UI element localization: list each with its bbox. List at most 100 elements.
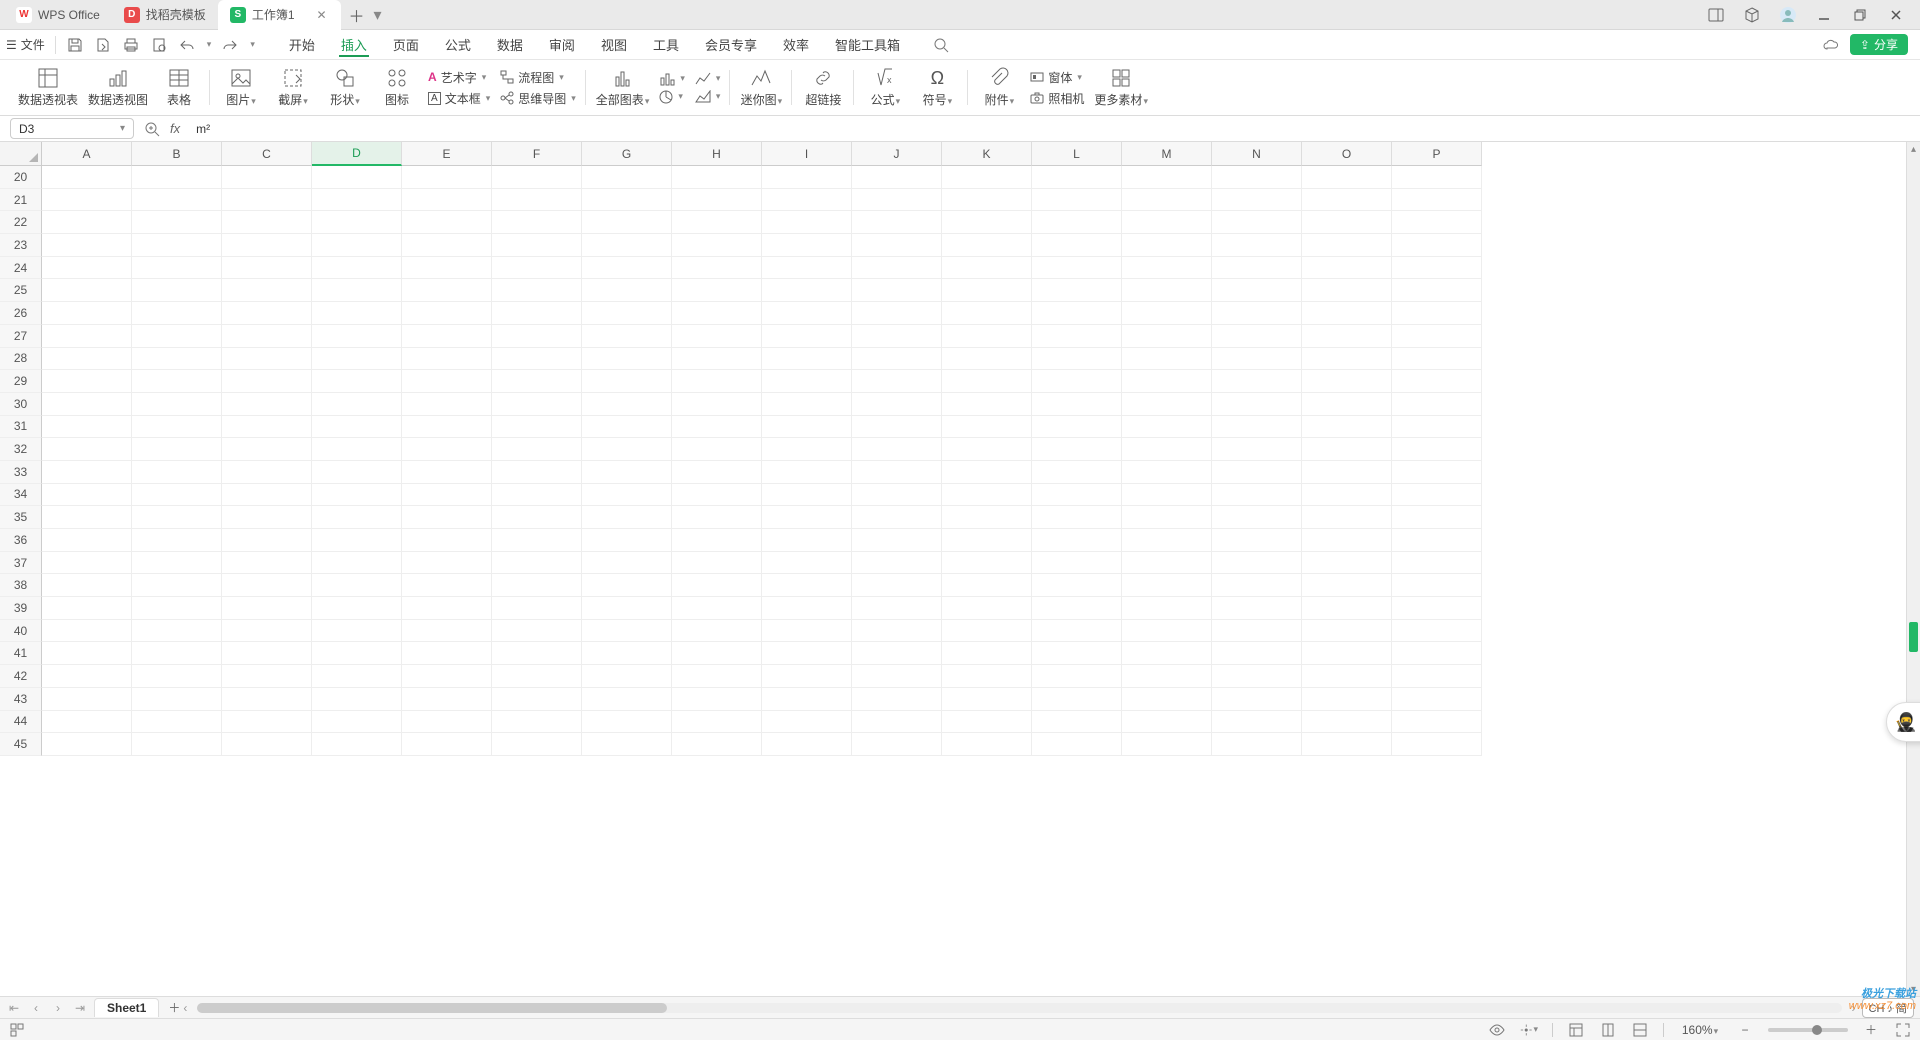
pivot-chart-button[interactable]: 数据透视图 <box>88 67 148 108</box>
restore-icon[interactable] <box>1848 3 1872 27</box>
column-header[interactable]: O <box>1302 142 1392 166</box>
row-header[interactable]: 24 <box>0 257 42 280</box>
user-avatar-icon[interactable] <box>1776 3 1800 27</box>
picture-button[interactable]: 图片▾ <box>220 67 262 108</box>
sheet-nav-prev-icon[interactable]: ‹ <box>28 1001 44 1015</box>
column-header[interactable]: P <box>1392 142 1482 166</box>
column-header[interactable]: E <box>402 142 492 166</box>
zoom-out-icon[interactable]: − <box>1736 1023 1754 1037</box>
column-header[interactable]: K <box>942 142 1032 166</box>
row-header[interactable]: 20 <box>0 166 42 189</box>
sheet-tab-active[interactable]: Sheet1 <box>94 998 159 1017</box>
column-chart-button[interactable]: ▾ <box>659 72 685 86</box>
column-header[interactable]: A <box>42 142 132 166</box>
equation-button[interactable]: x公式▾ <box>864 67 906 108</box>
screenshot-button[interactable]: 截屏▾ <box>272 67 314 108</box>
menu-tab-1[interactable]: 插入 <box>329 30 379 59</box>
search-icon[interactable] <box>932 36 950 54</box>
new-tab-dropdown-icon[interactable]: ▾ <box>369 5 387 25</box>
textbox-button[interactable]: A文本框▾ <box>428 90 490 107</box>
horizontal-scrollbar[interactable]: ‹ › <box>197 1003 1841 1013</box>
area-chart-button[interactable]: ▾ <box>695 90 721 104</box>
assistant-float-button[interactable]: 🥷 <box>1886 702 1920 742</box>
row-header[interactable]: 36 <box>0 529 42 552</box>
row-header[interactable]: 34 <box>0 484 42 507</box>
sheet-nav-last-icon[interactable]: ⇥ <box>72 1001 88 1015</box>
row-header[interactable]: 30 <box>0 393 42 416</box>
file-menu[interactable]: ☰ 文件 <box>6 36 45 53</box>
cloud-icon[interactable] <box>1822 36 1840 54</box>
row-header[interactable]: 37 <box>0 552 42 575</box>
menu-tab-8[interactable]: 会员专享 <box>693 30 769 59</box>
ime-indicator[interactable]: CH ♪ 简 <box>1862 998 1915 1018</box>
column-header[interactable]: G <box>582 142 672 166</box>
pie-chart-button[interactable]: ▾ <box>659 90 685 104</box>
app-tab-wps[interactable]: W WPS Office <box>4 0 112 30</box>
menu-tab-6[interactable]: 视图 <box>589 30 639 59</box>
row-header[interactable]: 21 <box>0 189 42 212</box>
menu-tab-9[interactable]: 效率 <box>771 30 821 59</box>
zoom-formula-icon[interactable] <box>144 121 160 137</box>
row-header[interactable]: 28 <box>0 348 42 371</box>
symbol-button[interactable]: Ω符号▾ <box>916 67 958 108</box>
column-header[interactable]: L <box>1032 142 1122 166</box>
app-tab-document[interactable]: S 工作簿1 ✕ <box>218 0 341 30</box>
view-page-icon[interactable] <box>1599 1023 1617 1037</box>
form-control-button[interactable]: 窗体▾ <box>1030 69 1084 86</box>
row-header[interactable]: 42 <box>0 665 42 688</box>
focus-icon[interactable]: ▾ <box>1520 1022 1538 1038</box>
row-header[interactable]: 32 <box>0 438 42 461</box>
save-icon[interactable] <box>66 36 84 54</box>
print-preview-icon[interactable] <box>150 36 168 54</box>
column-header[interactable]: D <box>312 142 402 166</box>
row-header[interactable]: 29 <box>0 370 42 393</box>
row-header[interactable]: 31 <box>0 416 42 439</box>
panel-icon[interactable] <box>1704 3 1728 27</box>
scroll-down-icon[interactable]: ▾ <box>1907 982 1920 996</box>
row-header[interactable]: 25 <box>0 279 42 302</box>
row-header[interactable]: 44 <box>0 711 42 734</box>
shape-button[interactable]: 形状▾ <box>324 67 366 108</box>
zoom-value[interactable]: 160%▾ <box>1678 1023 1722 1037</box>
row-header[interactable]: 27 <box>0 325 42 348</box>
wordart-button[interactable]: A艺术字▾ <box>428 69 490 86</box>
more-assets-button[interactable]: 更多素材▾ <box>1094 67 1148 108</box>
iconlib-button[interactable]: 图标 <box>376 67 418 108</box>
row-header[interactable]: 41 <box>0 642 42 665</box>
column-header[interactable]: F <box>492 142 582 166</box>
close-tab-icon[interactable]: ✕ <box>315 8 329 22</box>
menu-tab-4[interactable]: 数据 <box>485 30 535 59</box>
row-header[interactable]: 33 <box>0 461 42 484</box>
undo-icon[interactable] <box>178 36 196 54</box>
row-header[interactable]: 26 <box>0 302 42 325</box>
close-window-icon[interactable] <box>1884 3 1908 27</box>
name-box-dropdown-icon[interactable]: ▾ <box>120 123 125 134</box>
row-header[interactable]: 43 <box>0 688 42 711</box>
column-header[interactable]: I <box>762 142 852 166</box>
all-charts-button[interactable]: 全部图表▾ <box>596 67 650 108</box>
sheet-nav-next-icon[interactable]: › <box>50 1001 66 1015</box>
vertical-scrollbar[interactable]: ▴ ▾ <box>1906 142 1920 996</box>
column-header[interactable]: M <box>1122 142 1212 166</box>
row-header[interactable]: 45 <box>0 733 42 756</box>
menu-tab-2[interactable]: 页面 <box>381 30 431 59</box>
select-all-corner[interactable] <box>0 142 42 166</box>
hscroll-left-icon[interactable]: ‹ <box>183 1001 187 1015</box>
column-header[interactable]: J <box>852 142 942 166</box>
scroll-up-icon[interactable]: ▴ <box>1907 142 1920 156</box>
hscroll-right-icon[interactable]: › <box>1852 1001 1856 1015</box>
app-tab-templates[interactable]: D 找稻壳模板 <box>112 0 218 30</box>
print-icon[interactable] <box>122 36 140 54</box>
share-button[interactable]: ⇪ 分享 <box>1850 34 1908 55</box>
sheet-nav-first-icon[interactable]: ⇤ <box>6 1001 22 1015</box>
menu-tab-10[interactable]: 智能工具箱 <box>823 30 912 59</box>
cube-icon[interactable] <box>1740 3 1764 27</box>
hscroll-thumb[interactable] <box>197 1003 667 1013</box>
flowchart-button[interactable]: 流程图▾ <box>500 69 576 86</box>
zoom-in-icon[interactable]: ＋ <box>1862 1021 1880 1038</box>
view-split-icon[interactable] <box>1631 1023 1649 1037</box>
hyperlink-button[interactable]: 超链接 <box>802 67 844 108</box>
row-header[interactable]: 38 <box>0 574 42 597</box>
vscroll-thumb[interactable] <box>1909 622 1918 652</box>
sparkline-button[interactable]: 迷你图▾ <box>740 67 782 108</box>
